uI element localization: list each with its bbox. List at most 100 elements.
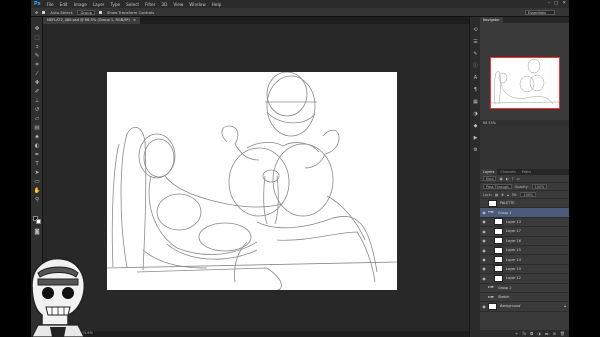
layer-row[interactable]: ◉ Layer 10 bbox=[480, 265, 569, 275]
fill-field[interactable]: 100% bbox=[520, 192, 537, 197]
tab-paths[interactable]: Paths bbox=[519, 169, 534, 175]
menu-view[interactable]: View bbox=[170, 2, 186, 7]
close-button[interactable]: ✕ bbox=[562, 1, 566, 6]
eye-icon[interactable]: ◉ bbox=[480, 276, 488, 281]
auto-select-dropdown[interactable]: Group bbox=[77, 9, 95, 15]
brush-tool-icon[interactable]: ✐ bbox=[33, 89, 41, 96]
character-panel-icon[interactable]: A bbox=[472, 75, 479, 82]
hand-tool-icon[interactable]: ✋ bbox=[33, 188, 41, 195]
menu-3d[interactable]: 3D bbox=[158, 2, 170, 7]
info-panel-icon[interactable]: ⓘ bbox=[472, 63, 479, 70]
show-transform-checkbox[interactable] bbox=[99, 10, 102, 14]
menu-layer[interactable]: Layer bbox=[90, 2, 108, 7]
filter-adjust-icon[interactable]: ◐ bbox=[506, 177, 509, 181]
clone-stamp-icon[interactable]: ⊥ bbox=[33, 98, 41, 105]
marquee-tool-icon[interactable]: ⬚ bbox=[33, 35, 41, 42]
minimize-button[interactable]: – bbox=[548, 1, 550, 6]
menu-help[interactable]: Help bbox=[209, 2, 225, 7]
layer-row[interactable]: ◉ Layer 16 bbox=[480, 237, 569, 246]
blend-mode-dropdown[interactable]: Pass Through bbox=[483, 184, 512, 189]
blur-tool-icon[interactable]: ◈ bbox=[33, 134, 41, 141]
navigator-zoom[interactable]: 66.53% bbox=[480, 120, 569, 126]
layer-row[interactable]: ▸▬ Sketch bbox=[480, 293, 569, 303]
layer-row[interactable]: ◉ Layer 17 bbox=[480, 227, 569, 237]
navigator-thumbnail[interactable] bbox=[490, 57, 560, 109]
tab-channels[interactable]: Channels bbox=[497, 169, 519, 175]
dodge-tool-icon[interactable]: ◐ bbox=[33, 143, 41, 150]
auto-select-checkbox[interactable] bbox=[42, 10, 46, 14]
layer-row[interactable]: ◉ Layer 12 bbox=[480, 274, 569, 284]
pen-tool-icon[interactable]: ✒ bbox=[33, 152, 41, 159]
lock-position-icon[interactable]: ✥ bbox=[501, 193, 504, 197]
menu-file[interactable]: File bbox=[44, 2, 57, 7]
trash-icon[interactable]: 🗑︎ bbox=[560, 330, 565, 337]
menu-image[interactable]: Image bbox=[71, 2, 90, 7]
shape-tool-icon[interactable]: ▭ bbox=[33, 179, 41, 186]
healing-brush-icon[interactable]: ✚ bbox=[33, 80, 41, 87]
brush-panel-icon[interactable]: ✎ bbox=[472, 51, 479, 58]
close-document-icon[interactable]: × bbox=[133, 18, 136, 22]
eye-icon[interactable]: ◉ bbox=[480, 257, 488, 262]
menu-window[interactable]: Window bbox=[186, 2, 209, 7]
fx-icon[interactable]: fx bbox=[522, 330, 526, 337]
lock-all-icon[interactable]: 🔒︎ bbox=[507, 193, 509, 197]
eye-icon[interactable]: ◉ bbox=[480, 219, 488, 224]
move-tool-preset-icon[interactable]: ✥ bbox=[35, 10, 38, 15]
adjustments-panel-icon[interactable]: ◑ bbox=[472, 111, 479, 118]
type-tool-icon[interactable]: T bbox=[33, 161, 41, 168]
layer-row[interactable]: PALETTE bbox=[480, 199, 569, 209]
layer-row[interactable]: ▸▬ Group 2 bbox=[480, 284, 569, 293]
tool-presets-icon[interactable]: ⚙ bbox=[472, 147, 479, 154]
quick-mask-icon[interactable]: ◙ bbox=[33, 229, 41, 236]
link-icon[interactable]: ⚭ bbox=[515, 330, 518, 337]
menu-select[interactable]: Select bbox=[123, 2, 142, 7]
eye-icon[interactable]: ◉ bbox=[480, 266, 488, 271]
eye-icon[interactable]: ◉ bbox=[480, 229, 488, 234]
eye-icon[interactable]: ◉ bbox=[480, 210, 488, 215]
swatches-panel-icon[interactable]: ▦ bbox=[472, 99, 479, 106]
maximize-button[interactable]: □ bbox=[554, 1, 558, 6]
filter-shape-icon[interactable]: ▭ bbox=[517, 177, 520, 181]
mask-icon[interactable]: ◘ bbox=[530, 330, 533, 337]
lasso-tool-icon[interactable]: ↄ bbox=[33, 44, 41, 51]
gradient-tool-icon[interactable]: ▤ bbox=[33, 125, 41, 132]
menu-type[interactable]: Type bbox=[108, 2, 124, 7]
eye-icon[interactable]: ◉ bbox=[480, 238, 488, 243]
eyedropper-icon[interactable]: ⁄ bbox=[33, 71, 41, 78]
properties-panel-icon[interactable]: ☰ bbox=[472, 39, 479, 46]
new-layer-icon[interactable]: ⊞ bbox=[553, 330, 556, 337]
layer-row[interactable]: ◉ Layer 15 bbox=[480, 246, 569, 256]
move-tool-icon[interactable]: ✥ bbox=[33, 26, 41, 33]
quick-select-icon[interactable]: ✎ bbox=[33, 53, 41, 60]
path-select-icon[interactable]: ➤ bbox=[33, 170, 41, 177]
kind-filter-dropdown[interactable]: Kind bbox=[483, 176, 497, 181]
eraser-icon[interactable]: ▱ bbox=[33, 116, 41, 123]
eye-icon[interactable]: ◉ bbox=[480, 304, 488, 309]
filter-type-icon[interactable]: T bbox=[512, 177, 514, 181]
adjustment-icon[interactable]: ◑ bbox=[537, 330, 541, 337]
eye-icon[interactable]: ◉ bbox=[480, 248, 488, 253]
history-brush-icon[interactable]: ↺ bbox=[33, 107, 41, 114]
workspace-dropdown[interactable]: Essentials bbox=[525, 10, 555, 15]
canvas-area[interactable] bbox=[43, 24, 469, 331]
background-color-swatch[interactable] bbox=[36, 219, 41, 224]
menu-filter[interactable]: Filter bbox=[142, 2, 158, 7]
history-panel-icon[interactable]: ⟲ bbox=[472, 27, 479, 34]
paragraph-panel-icon[interactable]: ¶ bbox=[472, 87, 479, 94]
filter-image-icon[interactable]: ▣ bbox=[499, 177, 502, 181]
layer-row[interactable]: ◉ Background 🔒︎ bbox=[480, 302, 569, 312]
styles-panel-icon[interactable]: ◆ bbox=[472, 123, 479, 130]
menu-edit[interactable]: Edit bbox=[57, 2, 71, 7]
crop-tool-icon[interactable]: ⌗ bbox=[33, 62, 41, 69]
layer-row-selected[interactable]: ◉ ▾▬ Group 1 bbox=[480, 208, 569, 218]
opacity-field[interactable]: 100% bbox=[531, 184, 548, 189]
layer-row[interactable]: ◉ Layer 14 bbox=[480, 255, 569, 265]
document-tab[interactable]: NEFLAT2_480.psd @ 66.5% (Group 1, RGB/8*… bbox=[43, 17, 140, 24]
zoom-tool-icon[interactable]: ⚲ bbox=[33, 197, 41, 204]
canvas-document[interactable] bbox=[106, 71, 398, 291]
new-group-icon[interactable]: ▬ bbox=[545, 330, 549, 337]
layer-row[interactable]: ◉ Layer 13 bbox=[480, 218, 569, 228]
lock-pixels-icon[interactable]: ▦ bbox=[495, 193, 498, 197]
tab-layers[interactable]: Layers bbox=[480, 169, 498, 175]
actions-panel-icon[interactable]: ▶ bbox=[472, 135, 479, 142]
